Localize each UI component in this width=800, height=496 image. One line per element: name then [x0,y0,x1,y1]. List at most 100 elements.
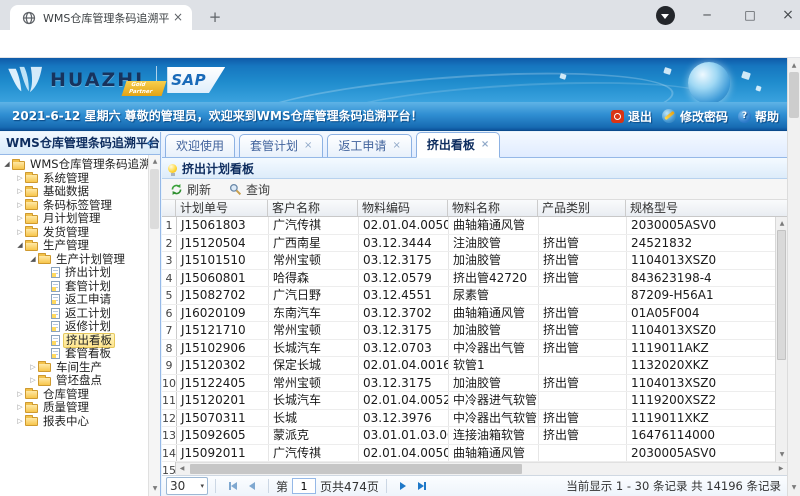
next-page-button[interactable] [400,482,406,490]
tab-close-icon[interactable]: × [392,141,400,151]
tab-挤出看板[interactable]: 挤出看板× [416,132,500,158]
scrollbar-thumb[interactable] [150,169,159,229]
column-header[interactable]: 物料名称 [448,200,538,216]
table-row[interactable]: 6J16020109东南汽车03.12.3702曲轴箱通风管挤出管01A05F0… [162,305,775,323]
refresh-icon [170,183,183,196]
scroll-down-icon[interactable]: ▼ [776,449,788,461]
tree-collapsed-icon[interactable]: ▷ [15,401,25,415]
first-page-button[interactable] [229,482,237,490]
table-row[interactable]: 5J15082702广汽日野03.12.4551尿素管87209-H56A1 [162,287,775,305]
scroll-up-icon[interactable]: ▲ [149,156,161,168]
table-row[interactable]: 11J15120201长城汽车02.01.04.00526中冷器进气软管1111… [162,392,775,410]
tree-collapsed-icon[interactable]: ▷ [15,415,25,429]
tree-expanded-icon[interactable]: ◢ [15,239,25,253]
search-button[interactable]: 查询 [229,181,270,198]
table-row[interactable]: 1J15061803广汽传祺02.01.04.00504曲轴箱通风管203000… [162,217,775,235]
scroll-up-icon[interactable]: ▲ [776,218,788,230]
header-link-edit-password[interactable]: 修改密码 [662,108,728,125]
browser-tab[interactable]: WMS仓库管理条码追溯平台 × [10,5,192,30]
column-header[interactable]: 产品类别 [538,200,626,216]
tree-node-挤出计划[interactable]: 挤出计划 [0,266,148,280]
tree-node-挤出看板[interactable]: 挤出看板 [0,334,148,348]
scroll-down-icon[interactable]: ▼ [788,482,800,494]
table-row[interactable]: 13J15092605蒙派克03.01.01.03.00152连接油箱软管挤出管… [162,427,775,445]
table-row[interactable]: 3J15101510常州宝顿03.12.3175加油胶管挤出管1104013XS… [162,252,775,270]
table-row[interactable]: 9J15120302保定长城02.01.04.00169软管11132020XK… [162,357,775,375]
tree-node-月计划管理[interactable]: ▷月计划管理 [0,212,148,226]
tree-node-生产管理[interactable]: ◢生产管理 [0,239,148,253]
tree-node-条码标签管理[interactable]: ▷条码标签管理 [0,199,148,213]
tree-expanded-icon[interactable]: ◢ [28,253,38,267]
tree-node-管坯盘点[interactable]: ▷管坯盘点 [0,374,148,388]
download-indicator-icon[interactable] [656,6,675,25]
prev-page-button[interactable] [249,482,255,490]
tree-node-报表中心[interactable]: ▷报表中心 [0,415,148,429]
scroll-up-icon[interactable]: ▲ [788,60,800,72]
column-header[interactable]: 计划单号 [176,200,268,216]
tree-collapsed-icon[interactable]: ▷ [15,388,25,402]
column-header[interactable]: 客户名称 [268,200,358,216]
tab-套管计划[interactable]: 套管计划× [239,134,323,157]
page-number-input[interactable] [292,478,316,494]
table-row[interactable]: 4J15060801哈得森03.12.0579挤出管42720挤出管843623… [162,270,775,288]
tree-expanded-icon[interactable]: ◢ [2,158,12,172]
column-header[interactable]: 物料编码 [358,200,448,216]
refresh-button[interactable]: 刷新 [170,181,211,198]
cell-产品类别: 挤出管 [539,340,627,357]
scrollbar-thumb[interactable] [190,464,522,474]
tree-node-套管看板[interactable]: 套管看板 [0,347,148,361]
window-maximize-button[interactable]: □ [738,4,762,28]
table-row[interactable]: 10J15122405常州宝顿03.12.3175加油胶管挤出管1104013X… [162,375,775,393]
tab-close-icon[interactable]: × [170,10,186,26]
tree-collapsed-icon[interactable]: ▷ [15,212,25,226]
window-close-button[interactable]: × [776,4,800,28]
header-link-help[interactable]: 帮助 [738,108,779,125]
tree-node-返工申请[interactable]: 返工申请 [0,293,148,307]
tree-collapsed-icon[interactable]: ▷ [28,374,38,388]
tree-node-套管计划[interactable]: 套管计划 [0,280,148,294]
tree-node-基础数据[interactable]: ▷基础数据 [0,185,148,199]
application-window: WMS仓库管理条码追溯平台 × + ─ □ × ← → ⟳ i localhos… [0,0,800,496]
tree-node-仓库管理[interactable]: ▷仓库管理 [0,388,148,402]
tree-node-系统管理[interactable]: ▷系统管理 [0,172,148,186]
scrollbar-thumb[interactable] [777,230,786,360]
table-row[interactable]: 8J15102906长城汽车03.12.0703中冷器出气管挤出管1119011… [162,340,775,358]
cell-客户名称: 长城 [269,410,359,427]
tab-close-icon[interactable]: × [304,141,312,151]
table-row[interactable]: 14J15092011广汽传祺02.01.04.00504曲轴箱通风管20300… [162,445,775,463]
tree-collapsed-icon[interactable]: ▷ [15,199,25,213]
scroll-right-icon[interactable]: ▶ [775,463,787,475]
frame-scrollbar[interactable]: ▲ ▼ [787,58,800,496]
tab-欢迎使用[interactable]: 欢迎使用 [165,134,235,157]
tree-node-WMS仓库管理条码追溯系统[interactable]: ◢WMS仓库管理条码追溯系统 [0,158,148,172]
tree-node-生产计划管理[interactable]: ◢生产计划管理 [0,253,148,267]
sidebar-collapse-icon[interactable]: « [146,132,154,154]
table-row[interactable]: 7J15121710常州宝顿03.12.3175加油胶管挤出管1104013XS… [162,322,775,340]
grid-vertical-scrollbar[interactable]: ▲ ▼ [775,217,787,462]
tree-collapsed-icon[interactable]: ▷ [28,361,38,375]
new-tab-button[interactable]: + [204,7,226,29]
column-header[interactable]: 规格型号 [626,200,787,216]
scroll-left-icon[interactable]: ◀ [176,463,188,475]
page-size-select[interactable]: 30▾ [166,477,208,495]
tree-collapsed-icon[interactable]: ▷ [15,226,25,240]
last-page-button[interactable] [418,482,426,490]
tree-collapsed-icon[interactable]: ▷ [15,172,25,186]
scrollbar-thumb[interactable] [789,72,799,118]
tree-collapsed-icon[interactable]: ▷ [15,185,25,199]
table-row[interactable]: 12J15070311长城03.12.3976中冷器出气软管挤出管1119011… [162,410,775,428]
header-link-logout[interactable]: 退出 [611,108,652,125]
scroll-down-icon[interactable]: ▼ [149,483,161,495]
grid-horizontal-scrollbar[interactable]: ◀ ▶ [176,462,787,475]
tree-node-发货管理[interactable]: ▷发货管理 [0,226,148,240]
tab-close-icon[interactable]: × [481,140,489,150]
tree-node-车间生产[interactable]: ▷车间生产 [0,361,148,375]
tree-scrollbar[interactable]: ▲ ▼ [148,155,160,496]
window-minimize-button[interactable]: ─ [695,4,719,28]
tree-node-返修计划[interactable]: 返修计划 [0,320,148,334]
tree-node-返工计划[interactable]: 返工计划 [0,307,148,321]
tab-返工申请[interactable]: 返工申请× [327,134,411,157]
table-row[interactable]: 2J15120504广西南星03.12.3444注油胶管挤出管24521832 [162,235,775,253]
tree-node-质量管理[interactable]: ▷质量管理 [0,401,148,415]
cell-物料编码: 03.12.4551 [359,287,449,304]
